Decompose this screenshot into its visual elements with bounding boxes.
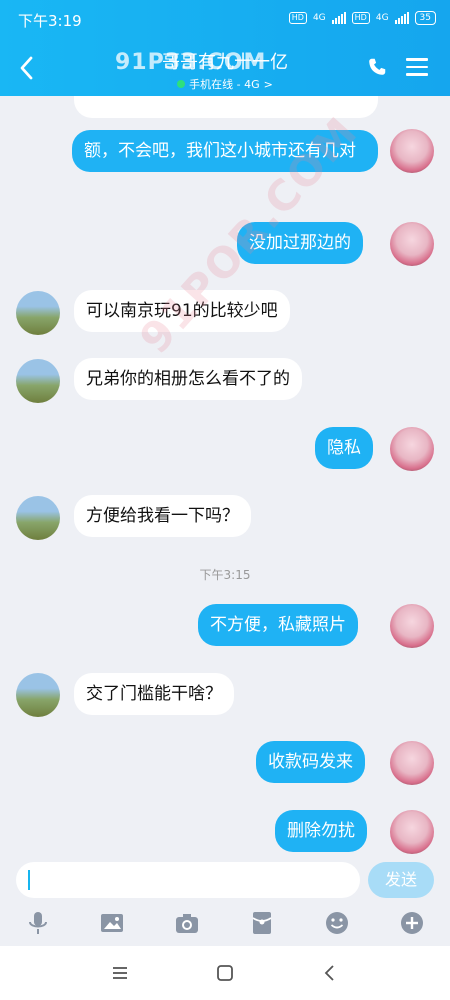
network-type: 4G — [312, 13, 326, 23]
signal-icon-2 — [394, 12, 409, 24]
my-avatar[interactable] — [390, 129, 434, 173]
signal-icon — [331, 12, 346, 24]
contact-avatar[interactable] — [16, 496, 60, 540]
message-bubble-outgoing[interactable]: 没加过那边的 — [237, 222, 363, 264]
message-bubble-incoming[interactable]: 方便给我看一下吗？ — [74, 495, 251, 537]
back-icon[interactable] — [318, 961, 342, 985]
contact-avatar[interactable] — [16, 359, 60, 403]
message-timestamp: 下午3:15 — [199, 568, 251, 582]
my-avatar[interactable] — [390, 741, 434, 785]
my-avatar[interactable] — [390, 427, 434, 471]
plus-icon[interactable] — [398, 909, 426, 937]
online-status-text: 手机在线 - 4G — [189, 78, 260, 91]
battery-icon: 35 — [414, 11, 436, 25]
network-type-2: 4G — [375, 13, 389, 23]
partial-message-bubble — [74, 96, 378, 118]
message-bubble-outgoing[interactable]: 隐私 — [315, 427, 373, 469]
contact-avatar[interactable] — [16, 291, 60, 335]
emoji-icon[interactable] — [323, 909, 351, 937]
message-bubble-outgoing[interactable]: 删除勿扰 — [275, 810, 367, 852]
my-avatar[interactable] — [390, 222, 434, 266]
online-dot-icon — [177, 80, 186, 88]
send-button[interactable]: 发送 — [368, 862, 434, 898]
hd-icon: HD — [288, 12, 307, 24]
online-status: 手机在线 - 4G > — [0, 76, 450, 92]
red-packet-icon[interactable] — [248, 909, 276, 937]
message-bubble-outgoing[interactable]: 收款码发来 — [256, 741, 365, 783]
my-avatar[interactable] — [390, 810, 434, 854]
text-cursor — [28, 870, 30, 890]
composer-bar: 发送 — [0, 854, 450, 946]
status-bar: 下午3:19 HD 4G HD 4G 35 — [0, 0, 450, 38]
message-bubble-outgoing[interactable]: 额，不会吧，我们这小城市还有几对 — [72, 130, 378, 172]
message-bubble-incoming[interactable]: 兄弟你的相册怎么看不了的 — [74, 358, 302, 400]
microphone-icon[interactable] — [24, 909, 52, 937]
my-avatar[interactable] — [390, 604, 434, 648]
message-bubble-incoming[interactable]: 交了门槛能干啥？ — [74, 673, 234, 715]
status-time: 下午3:19 — [18, 12, 82, 30]
menu-icon[interactable] — [406, 58, 428, 76]
message-bubble-incoming[interactable]: 可以南京玩91的比较少吧 — [74, 290, 290, 332]
system-navigation-bar — [0, 946, 450, 1000]
home-icon[interactable] — [213, 961, 237, 985]
message-bubble-outgoing[interactable]: 不方便，私藏照片 — [198, 604, 358, 646]
contact-avatar[interactable] — [16, 673, 60, 717]
composer-toolbar — [0, 909, 450, 939]
recent-apps-icon[interactable] — [108, 961, 132, 985]
message-input[interactable] — [16, 862, 360, 898]
status-icons: HD 4G HD 4G 35 — [288, 11, 436, 25]
chat-header: 下午3:19 HD 4G HD 4G 35 哥哥有九十一亿 手机在线 - 4G … — [0, 0, 450, 96]
chevron-right-icon: > — [263, 77, 273, 91]
hd-icon-2: HD — [351, 12, 370, 24]
image-icon[interactable] — [98, 909, 126, 937]
camera-icon[interactable] — [173, 909, 201, 937]
phone-icon[interactable] — [366, 56, 388, 78]
message-list[interactable]: 额，不会吧，我们这小城市还有几对 没加过那边的 可以南京玩91的比较少吧 兄弟你… — [0, 96, 450, 854]
